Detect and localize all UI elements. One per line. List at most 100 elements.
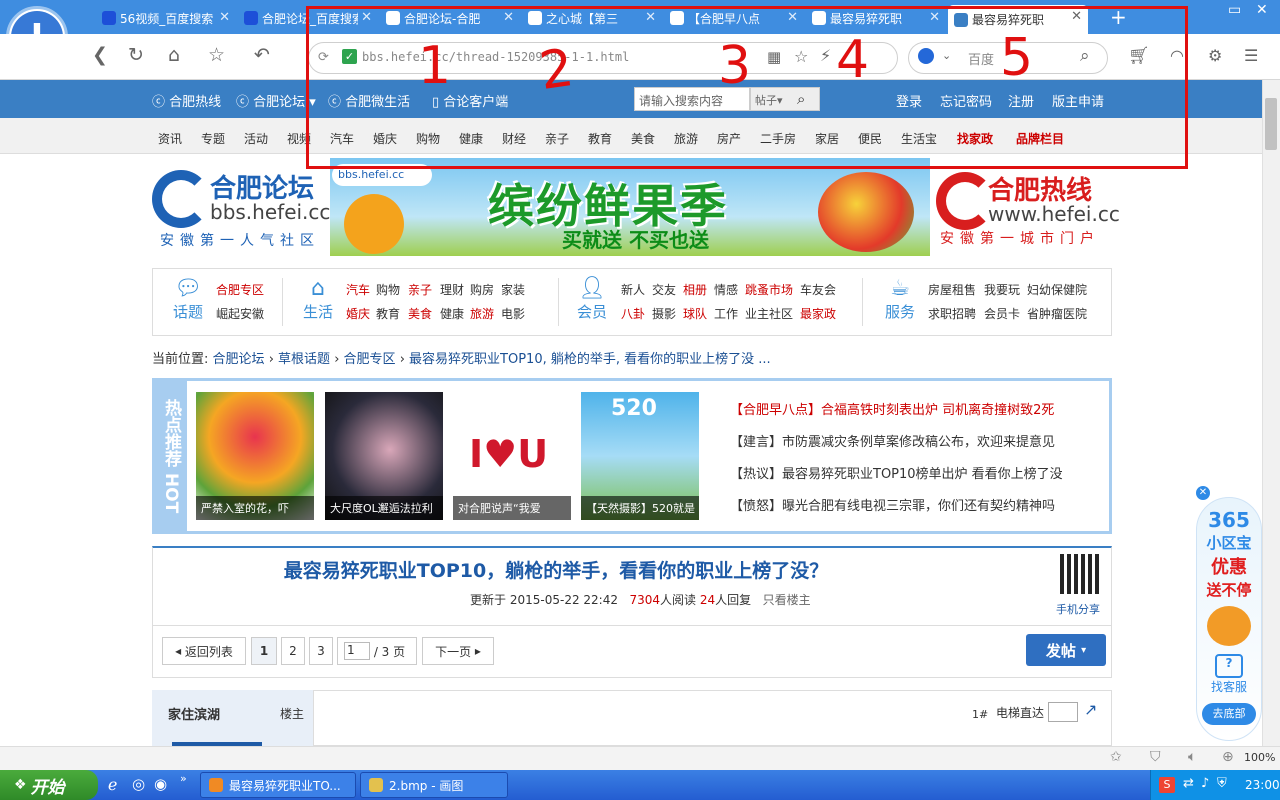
portal-link[interactable]: 八卦	[621, 305, 645, 322]
go-bottom-button[interactable]: 去底部	[1202, 703, 1256, 725]
home-icon[interactable]: ⌂	[168, 44, 180, 66]
jump-arrow-icon[interactable]: ↗	[1084, 700, 1097, 719]
portal-link[interactable]: 妇幼保健院	[1027, 281, 1087, 298]
service-group[interactable]: ☕︎ 服务	[880, 276, 920, 322]
volume-icon[interactable]: ♪	[1201, 776, 1209, 791]
portal-link[interactable]: 摄影	[652, 305, 676, 322]
portal-link[interactable]: 合肥专区	[216, 281, 264, 298]
category-item[interactable]: 专题	[201, 130, 225, 147]
portal-link[interactable]: 家装	[501, 281, 525, 298]
browser-tab[interactable]: 56视频_百度搜索 ✕	[96, 6, 236, 30]
start-button[interactable]: ❖ 开始	[0, 770, 98, 800]
app-icon[interactable]: ◎	[132, 775, 145, 793]
favorite-star-icon[interactable]: ☆	[208, 44, 225, 66]
life-group[interactable]: ⌂ 生活	[298, 276, 338, 322]
category-item[interactable]: 活动	[244, 130, 268, 147]
zoom-icon[interactable]: ⊕	[1222, 749, 1234, 765]
star-icon[interactable]: ✩	[1110, 749, 1122, 765]
page-button[interactable]: 3	[309, 637, 333, 665]
portal-link[interactable]: 购房	[470, 281, 494, 298]
hot-news-item[interactable]: 【建言】市防震减灾条例草案修改稿公布，欢迎来提意见	[730, 431, 1055, 450]
next-page-button[interactable]: 下一页 ▸	[422, 637, 494, 665]
hot-thumb[interactable]: 大尺度OL邂逅法拉利	[325, 392, 443, 520]
breadcrumb-link[interactable]: 合肥专区	[344, 352, 396, 367]
taskbar-item-paint[interactable]: 2.bmp - 画图	[360, 772, 508, 798]
hot-thumb[interactable]: 严禁入室的花，吓	[196, 392, 314, 520]
hot-news-item[interactable]: 【热议】最容易猝死职业TOP10榜单出炉 看看你上榜了没	[730, 463, 1063, 482]
close-ad-icon[interactable]: ✕	[1196, 486, 1210, 500]
more-quicklaunch-icon[interactable]: »	[180, 772, 187, 785]
page-button[interactable]: 2	[281, 637, 305, 665]
mobile-share-link[interactable]: 手机分享	[1056, 601, 1100, 617]
hot-news-item[interactable]: 【愤怒】曝光合肥有线电视三宗罪，你们还有契约精神吗	[730, 495, 1055, 514]
breadcrumb-link[interactable]: 草根话题	[278, 352, 330, 367]
author-name[interactable]: 家住滨湖	[168, 704, 220, 723]
portal-link[interactable]: 工作	[714, 305, 738, 322]
menu-icon[interactable]: ☰	[1244, 46, 1258, 65]
scrollbar-thumb[interactable]	[1265, 98, 1277, 150]
portal-link[interactable]: 交友	[652, 281, 676, 298]
page-button-current[interactable]: 1	[251, 637, 277, 665]
portal-link[interactable]: 相册	[683, 281, 707, 298]
close-tab-icon[interactable]: ✕	[219, 10, 230, 25]
ie-icon[interactable]: ℯ	[108, 775, 117, 794]
portal-link[interactable]: 我要玩	[984, 281, 1020, 298]
portal-link[interactable]: 教育	[376, 305, 400, 322]
portal-link[interactable]: 跳蚤市场	[745, 281, 793, 298]
close-window-button[interactable]: ✕	[1256, 2, 1268, 18]
speaker-icon[interactable]: 🔈︎	[1188, 749, 1196, 765]
site-link-hefei-forum[interactable]: ⓒ 合肥论坛 ▾	[236, 91, 316, 110]
site-link-hefei-hotline[interactable]: ⓒ 合肥热线	[152, 91, 221, 110]
portal-link[interactable]: 崛起安徽	[216, 305, 264, 322]
customer-service-link[interactable]: 找客服	[1197, 678, 1261, 695]
portal-link[interactable]: 房屋租售	[928, 281, 976, 298]
network-icon[interactable]: ⇄	[1183, 776, 1194, 791]
portal-link[interactable]: 电影	[501, 305, 525, 322]
only-op-link[interactable]: 只看楼主	[763, 593, 811, 607]
portal-link[interactable]: 理财	[440, 281, 464, 298]
float-ad[interactable]: 365 小区宝 优惠 送不停 ? 找客服 去底部	[1196, 497, 1262, 741]
portal-link[interactable]: 新人	[621, 281, 645, 298]
portal-link[interactable]: 婚庆	[346, 305, 370, 322]
portal-link[interactable]: 美食	[408, 305, 432, 322]
new-post-button[interactable]: 发帖 ▾	[1026, 634, 1106, 666]
portal-link[interactable]: 最家政	[800, 305, 836, 322]
browser-quicklaunch-icon[interactable]: ◉	[154, 775, 167, 793]
category-item[interactable]: 资讯	[158, 130, 182, 147]
topic-group[interactable]: 💬︎ 话题	[168, 276, 208, 322]
hot-thumb[interactable]: 520 【天然摄影】520就是	[581, 392, 699, 520]
ime-icon[interactable]: S	[1159, 777, 1175, 793]
portal-link[interactable]: 车友会	[800, 281, 836, 298]
hot-news-item[interactable]: 【合肥早八点】合福高铁时刻表出炉 司机离奇撞树致2死	[730, 399, 1054, 418]
clock[interactable]: 23:00	[1245, 778, 1280, 792]
member-group[interactable]: 👤︎ 会员	[572, 276, 612, 322]
portal-link[interactable]: 汽车	[346, 281, 370, 298]
portal-link[interactable]: 健康	[440, 305, 464, 322]
security-icon[interactable]: ⛨	[1217, 776, 1227, 791]
portal-link[interactable]: 旅游	[470, 305, 494, 322]
zoom-level[interactable]: 100%	[1244, 751, 1275, 764]
portal-link[interactable]: 业主社区	[745, 305, 793, 322]
qr-code-icon[interactable]	[1060, 554, 1100, 594]
hot-thumb[interactable]: I♥U 对合肥说声“我爱	[453, 392, 571, 520]
portal-link[interactable]: 会员卡	[984, 305, 1020, 322]
banner-ad[interactable]: bbs.hefei.cc 缤纷鲜果季 买就送 不买也送	[330, 158, 930, 256]
undo-icon[interactable]: ↶	[254, 44, 270, 66]
extension-icon[interactable]: ⚙	[1208, 46, 1222, 65]
portal-link[interactable]: 求职招聘	[928, 305, 976, 322]
shield-icon[interactable]: ⛉	[1150, 749, 1161, 765]
vertical-scrollbar[interactable]	[1262, 80, 1280, 746]
jump-floor-input[interactable]	[1048, 702, 1078, 722]
refresh-icon[interactable]: ↻	[128, 44, 144, 66]
taskbar-item-browser[interactable]: 最容易猝死职业TO...	[200, 772, 356, 798]
portal-link[interactable]: 省肿瘤医院	[1027, 305, 1087, 322]
back-to-list-button[interactable]: ◂ 返回列表	[162, 637, 246, 665]
back-icon[interactable]: ❮	[92, 44, 108, 66]
portal-link[interactable]: 情感	[714, 281, 738, 298]
portal-link[interactable]: 球队	[683, 305, 707, 322]
portal-link[interactable]: 购物	[376, 281, 400, 298]
breadcrumb-link[interactable]: 合肥论坛	[213, 352, 265, 367]
breadcrumb-current[interactable]: 最容易猝死职业TOP10, 躺枪的举手, 看看你的职业上榜了没 ...	[409, 352, 771, 367]
page-jump-input[interactable]: 1	[344, 642, 370, 660]
restore-window-button[interactable]: ▭	[1228, 2, 1241, 18]
